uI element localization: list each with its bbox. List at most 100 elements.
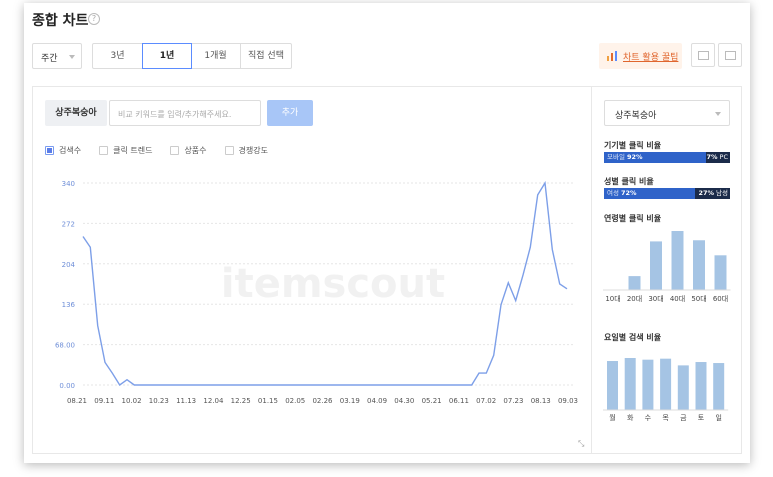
x-tick-label: 10.23 xyxy=(149,397,169,405)
keyword-select[interactable]: 상주복숭아 xyxy=(604,100,730,126)
legend-label: 클릭 트렌드 xyxy=(113,146,153,155)
bar xyxy=(642,359,654,410)
image-download-button[interactable] xyxy=(691,43,715,67)
bar xyxy=(695,362,707,410)
gender-ratio-female: 여성 72% xyxy=(604,188,695,199)
legend-search-volume[interactable]: 검색수 xyxy=(45,145,81,156)
category-label: 월 xyxy=(609,413,615,422)
ratio-pct: 92% xyxy=(626,153,643,161)
ratio-label: 남성 xyxy=(716,189,728,197)
bar xyxy=(607,361,618,410)
export-button[interactable] xyxy=(718,43,742,67)
legend-competition[interactable]: 경쟁강도 xyxy=(224,145,268,156)
legend-click-trend[interactable]: 클릭 트렌드 xyxy=(99,145,152,156)
category-label: 60대 xyxy=(713,295,728,303)
bar xyxy=(650,241,662,290)
x-tick-label: 08.21 xyxy=(67,397,87,405)
category-label: 40대 xyxy=(670,295,685,303)
x-tick-label: 09.11 xyxy=(94,397,114,405)
y-tick-label: 68.00 xyxy=(55,342,75,350)
series-legend: 검색수 클릭 트렌드 상품수 경쟁강도 xyxy=(45,145,286,156)
y-tick-label: 272 xyxy=(62,220,75,228)
range-tab-3y[interactable]: 3년 xyxy=(93,44,143,68)
checkbox-icon xyxy=(170,146,180,155)
ratio-label: PC xyxy=(719,153,728,161)
help-icon[interactable]: ? xyxy=(88,13,100,25)
y-tick-label: 136 xyxy=(62,301,76,309)
category-label: 일 xyxy=(715,413,721,422)
x-tick-label: 02.26 xyxy=(312,397,333,405)
search-volume-line-chart: 0.00 68.00 136 204 272 340 itemscout 08.21 09.11… xyxy=(55,180,578,405)
legend-label: 검색수 xyxy=(59,146,82,155)
x-tick-label: 05.21 xyxy=(422,397,442,405)
y-tick-label: 0.00 xyxy=(59,382,75,390)
legend-label: 경쟁강도 xyxy=(238,146,268,155)
keyword-chip[interactable]: 상주복숭아 xyxy=(45,100,107,126)
range-tab-1m[interactable]: 1개월 xyxy=(191,44,241,68)
chart-tips-button[interactable]: 차트 활용 꿀팁 xyxy=(599,43,682,69)
category-label: 50대 xyxy=(691,295,706,303)
gender-ratio-title: 성별 클릭 비율 xyxy=(604,177,654,186)
add-keyword-button[interactable]: 추가 xyxy=(267,100,313,126)
gender-ratio-bar: 여성 72% 27% 남성 xyxy=(604,188,730,199)
device-ratio-pc: 7% PC xyxy=(706,152,730,163)
device-ratio-mobile: 모바일 92% xyxy=(604,152,707,163)
ratio-label: 모바일 xyxy=(607,153,625,161)
chevron-down-icon xyxy=(715,112,721,116)
bar xyxy=(628,276,641,290)
compare-keyword-input[interactable]: 비교 키워드를 입력/추가해주세요. xyxy=(109,100,261,126)
range-tab-custom[interactable]: 직접 선택 xyxy=(241,44,291,68)
x-tick-label: 11.13 xyxy=(176,397,196,405)
ratio-pct: 72% xyxy=(620,189,637,197)
bar-chart-icon xyxy=(607,51,618,61)
legend-label: 상품수 xyxy=(184,146,207,155)
x-tick-label: 08.13 xyxy=(531,397,551,405)
chart-window: 종합 차트 ? 주간 3년 1년 1개월 직접 선택 차트 활용 꿀팁 상주복숭… xyxy=(24,3,750,463)
category-label: 수 xyxy=(645,414,652,422)
image-icon xyxy=(698,51,709,60)
bar xyxy=(660,358,672,410)
y-tick-label: 204 xyxy=(62,261,76,269)
chart-tips-label: 차트 활용 꿀팁 xyxy=(623,53,679,63)
x-tick-label: 12.04 xyxy=(203,397,224,405)
insight-panel: 상주복숭아 기기별 클릭 비율 모바일 92% 7% PC 성별 클릭 비율 여성 7… xyxy=(592,86,742,454)
checkbox-icon xyxy=(224,146,234,155)
ratio-label: 여성 xyxy=(607,189,619,197)
period-select[interactable]: 주간 xyxy=(32,43,82,69)
weekday-search-bar-chart: 월화수목금토일 xyxy=(603,358,729,422)
ratio-pct: 7% xyxy=(706,153,718,161)
device-ratio-bar: 모바일 92% 7% PC xyxy=(604,152,730,163)
category-label: 10대 xyxy=(605,295,620,303)
bar xyxy=(693,240,705,290)
x-tick-label: 10.02 xyxy=(122,397,142,405)
category-label: 20대 xyxy=(627,295,642,303)
weekday-chart-title: 요일별 검색 비율 xyxy=(604,333,662,342)
x-tick-label: 02.05 xyxy=(285,397,305,405)
legend-product-count[interactable]: 상품수 xyxy=(170,145,207,156)
checkbox-icon xyxy=(99,146,109,155)
range-tab-1y[interactable]: 1년 xyxy=(142,43,192,69)
category-label: 금 xyxy=(680,414,687,422)
category-label: 화 xyxy=(627,414,634,422)
bar xyxy=(624,358,636,410)
x-tick-label: 04.09 xyxy=(367,397,387,405)
bar xyxy=(714,255,727,290)
export-icon xyxy=(725,51,736,60)
age-click-bar-chart: 10대 20대 30대 40대 50대 60대 xyxy=(603,231,731,303)
page-title: 종합 차트 xyxy=(32,13,89,29)
keyword-select-value: 상주복숭아 xyxy=(615,111,657,121)
gender-ratio-male: 27% 남성 xyxy=(694,188,730,199)
x-tick-label: 07.23 xyxy=(503,397,523,405)
category-label: 30대 xyxy=(648,295,663,303)
x-tick-label: 07.02 xyxy=(476,397,496,405)
trend-panel: 상주복숭아 비교 키워드를 입력/추가해주세요. 추가 검색수 클릭 트렌드 상… xyxy=(32,86,592,454)
watermark-text: itemscout xyxy=(221,261,445,307)
period-select-value: 주간 xyxy=(41,54,58,64)
bar xyxy=(671,231,684,290)
range-tabs: 3년 1년 1개월 직접 선택 xyxy=(92,43,292,69)
x-tick-label: 09.03 xyxy=(558,397,578,405)
expand-icon[interactable]: ⤡ xyxy=(578,439,587,448)
device-ratio-title: 기기별 클릭 비율 xyxy=(604,141,662,150)
ratio-pct: 27% xyxy=(698,189,715,197)
x-tick-label: 06.11 xyxy=(449,397,469,405)
